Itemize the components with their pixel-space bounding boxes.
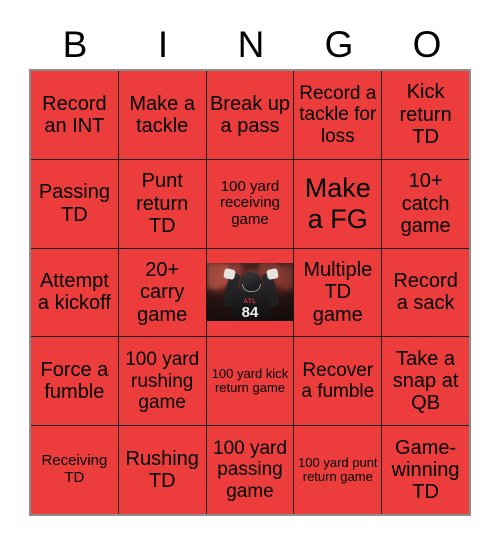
bingo-cell-r2c1[interactable]: Passing TD — [31, 159, 118, 248]
bingo-cell-r1c2[interactable]: Make a tackle — [118, 71, 206, 159]
bingo-cell-label: Force a fumble — [40, 358, 109, 404]
bingo-cell-r3c4[interactable]: Multiple TD game — [294, 248, 382, 337]
bingo-cell-label: 100 yard rushing game — [125, 349, 200, 413]
jersey-number-text: 84 — [241, 304, 259, 322]
bingo-cell-r5c4[interactable]: 100 yard punt return game — [294, 426, 382, 514]
bingo-cell-r4c2[interactable]: 100 yard rushing game — [118, 337, 206, 426]
bingo-cell-label: 10+ catch game — [400, 170, 451, 237]
bingo-cell-label: Kick return TD — [399, 81, 452, 149]
bingo-header-letter-i: I — [157, 23, 169, 65]
bingo-cell-label: Break up a pass — [209, 92, 291, 137]
bingo-cell-label: Multiple TD game — [303, 258, 373, 326]
bingo-cell-r1c4[interactable]: Record a tackle for loss — [294, 71, 382, 159]
bingo-cell-r2c5[interactable]: 10+ catch game — [382, 159, 469, 248]
bingo-cell-r1c1[interactable]: Record an INT — [31, 71, 118, 159]
bingo-cell-label: Take a snap at QB — [392, 347, 459, 415]
bingo-cell-r3c1[interactable]: Attempt a kickoff — [31, 248, 118, 337]
bingo-cell-label: Receiving TD — [41, 452, 108, 487]
bingo-cell-r4c5[interactable]: Take a snap at QB — [382, 337, 469, 426]
bingo-cell-r4c1[interactable]: Force a fumble — [31, 337, 118, 426]
bingo-cell-label: Make a tackle — [129, 92, 195, 137]
bingo-grid-frame: Record an INT Make a tackle Break up a pas… — [29, 69, 471, 516]
bingo-cell-r5c1[interactable]: Receiving TD — [31, 426, 118, 514]
football-player-photo: ATL 84 — [206, 263, 294, 322]
bingo-cell-label: Recover a fumble — [301, 360, 375, 403]
bingo-cell-r1c5[interactable]: Kick return TD — [382, 71, 469, 159]
bingo-cell-label: Record an INT — [42, 92, 107, 137]
bingo-cell-r2c2[interactable]: Punt return TD — [118, 159, 206, 248]
bingo-cell-free-space-image[interactable]: ATL 84 — [206, 248, 294, 337]
bingo-cell-label: Punt return TD — [136, 170, 189, 237]
bingo-header-letter-g: G — [324, 23, 354, 65]
bingo-cell-label: Make a FG — [304, 173, 371, 234]
bingo-cell-label: 100 yard passing game — [213, 438, 287, 502]
bingo-header-letter-n: N — [237, 23, 265, 65]
bingo-cell-r3c2[interactable]: 20+ carry game — [118, 248, 206, 337]
bingo-cell-label: 100 yard kick return game — [211, 365, 289, 396]
bingo-cell-r2c3[interactable]: 100 yard receiving game — [206, 159, 294, 248]
bingo-cell-r4c4[interactable]: Recover a fumble — [294, 337, 382, 426]
bingo-cell-r4c3[interactable]: 100 yard kick return game — [206, 337, 294, 426]
bingo-cell-r2c4[interactable]: Make a FG — [294, 159, 382, 248]
bingo-cell-label: Passing TD — [38, 181, 110, 226]
bingo-cell-r5c5[interactable]: Game-winning TD — [382, 426, 469, 514]
bingo-cell-label: Rushing TD — [125, 447, 199, 493]
bingo-cell-r5c3[interactable]: 100 yard passing game — [206, 426, 294, 514]
bingo-cell-label: Game-winning TD — [391, 436, 460, 504]
bingo-header-letter-b: B — [62, 23, 88, 65]
bingo-cell-label: 100 yard receiving game — [219, 177, 280, 229]
bingo-grid: Record an INT Make a tackle Break up a pas… — [31, 71, 469, 514]
bingo-card: B I N G O Record an INT Make a tackle Break up… — [0, 0, 500, 544]
bingo-cell-label: Record a tackle for loss — [299, 83, 377, 147]
bingo-cell-label: Record a sack — [393, 270, 458, 315]
bingo-cell-r1c3[interactable]: Break up a pass — [206, 71, 294, 159]
bingo-header-letter-o: O — [412, 23, 442, 65]
bingo-header: BINGO — [31, 18, 471, 70]
bingo-cell-label: 100 yard punt return game — [298, 454, 378, 485]
bingo-cell-label: Attempt a kickoff — [37, 270, 111, 315]
bingo-cell-label: 20+ carry game — [137, 258, 188, 326]
bingo-cell-r5c2[interactable]: Rushing TD — [118, 426, 206, 514]
bingo-cell-r3c5[interactable]: Record a sack — [382, 248, 469, 337]
